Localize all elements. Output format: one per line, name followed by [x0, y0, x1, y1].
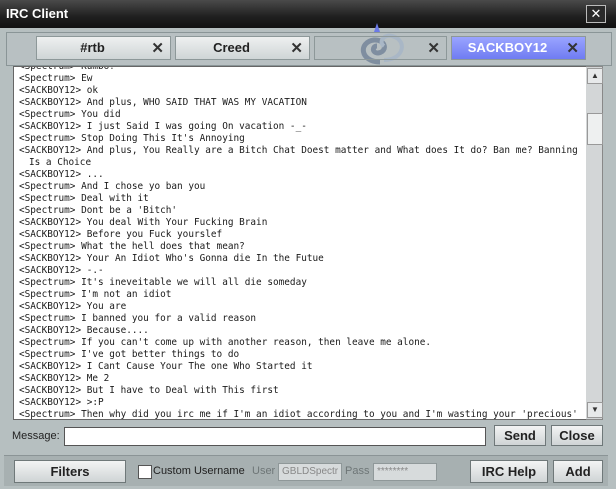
chat-message: <SACKBOY12> Me 2	[19, 373, 110, 384]
tab-close-icon[interactable]: ✕	[427, 39, 440, 57]
chat-message: <Spectrum> You did	[19, 109, 121, 120]
tab-sackboy12[interactable]: SACKBOY12 ✕	[451, 36, 586, 60]
chat-message: <Spectrum> And I chose yo ban you	[19, 181, 206, 192]
chat-message: <SACKBOY12> You are	[19, 301, 127, 312]
pass-label: Pass	[345, 465, 370, 477]
custom-username-checkbox[interactable]	[138, 465, 152, 479]
scroll-thumb[interactable]	[587, 113, 603, 145]
chat-message: <Spectrum> I banned you for a valid reas…	[19, 313, 257, 324]
window-title: IRC Client	[6, 6, 69, 21]
tab-close-icon[interactable]: ✕	[290, 39, 303, 57]
chat-message: <SACKBOY12> ok	[19, 85, 99, 96]
tab-unnamed[interactable]: ✕	[314, 36, 447, 60]
chat-message: <Spectrum> I've got better things to do	[19, 349, 240, 360]
custom-username-label: Custom Username	[153, 465, 245, 477]
chat-log[interactable]: <Spectrum> Kumbo? <Spectrum> Ew <SACKBOY12…	[13, 66, 588, 420]
message-label: Message:	[12, 430, 60, 442]
chat-message: <Spectrum> I'm not an idiot	[19, 289, 172, 300]
user-label: User	[252, 465, 276, 477]
chat-message: <SACKBOY12> ...	[19, 169, 104, 180]
chat-message: <SACKBOY12> I just Said I was going On v…	[19, 121, 307, 132]
tab-label: SACKBOY12	[467, 40, 548, 55]
pass-field[interactable]: ********	[373, 463, 437, 481]
irc-help-button[interactable]: IRC Help	[470, 460, 548, 483]
chat-message: <Spectrum> Dont be a 'Bitch'	[19, 205, 178, 216]
chat-message: <Spectrum> Stop Doing This It's Annoying	[19, 133, 245, 144]
tab-close-icon[interactable]: ✕	[566, 39, 579, 57]
chat-message: <Spectrum> If you can't come up with ano…	[19, 337, 432, 348]
scroll-up-icon[interactable]: ▲	[587, 68, 603, 84]
tab-close-icon[interactable]: ✕	[151, 39, 164, 57]
chat-message: <SACKBOY12> Your An Idiot Who's Gonna di…	[19, 253, 324, 264]
chat-message: <SACKBOY12> -.-	[19, 265, 104, 276]
chat-message: <Spectrum> Ew	[19, 73, 93, 84]
chat-message: <SACKBOY12> Before you Fuck yourslef	[19, 229, 223, 240]
chat-message: <SACKBOY12> But I have to Deal with This…	[19, 385, 279, 396]
chat-message: <Spectrum> Then why did you irc me if I'…	[19, 409, 578, 420]
chat-message: <Spectrum> It's ineveitable we will all …	[19, 277, 307, 288]
add-button[interactable]: Add	[553, 460, 603, 483]
chat-message: <SACKBOY12> >:P	[19, 397, 104, 408]
chat-message: <SACKBOY12> And plus, You Really are a B…	[19, 145, 584, 168]
chat-message: <SACKBOY12> You deal With Your Fucking B…	[19, 217, 268, 228]
irc-client-window: IRC Client ✕ #rtb ✕ Creed ✕ ✕ SACKBOY12 …	[0, 0, 616, 489]
title-bar[interactable]: IRC Client ✕	[0, 0, 616, 28]
message-input[interactable]	[64, 427, 486, 446]
tab-label: #rtb	[80, 40, 105, 55]
close-button[interactable]: Close	[551, 425, 603, 446]
user-field[interactable]: GBLDSpectr	[278, 463, 342, 481]
window-close-button[interactable]: ✕	[586, 5, 606, 23]
chat-message: <Spectrum> Deal with it	[19, 193, 149, 204]
chat-message: <Spectrum> Kumbo?	[19, 66, 115, 72]
chat-scrollbar[interactable]: ▲ ▼	[586, 66, 603, 420]
chat-message: <SACKBOY12> Because....	[19, 325, 149, 336]
scroll-down-icon[interactable]: ▼	[587, 402, 603, 418]
chat-message: <Spectrum> What the hell does that mean?	[19, 241, 245, 252]
chat-message: <SACKBOY12> And plus, WHO SAID THAT WAS …	[19, 97, 307, 108]
send-button[interactable]: Send	[494, 425, 546, 446]
tab-label: Creed	[213, 40, 250, 55]
chat-lines: <Spectrum> Kumbo? <Spectrum> Ew <SACKBOY12…	[19, 66, 585, 420]
tab-rtb[interactable]: #rtb ✕	[36, 36, 171, 60]
chat-message: <SACKBOY12> I Cant Cause Your The one Wh…	[19, 361, 313, 372]
tab-creed[interactable]: Creed ✕	[175, 36, 310, 60]
filters-button[interactable]: Filters	[14, 460, 126, 483]
